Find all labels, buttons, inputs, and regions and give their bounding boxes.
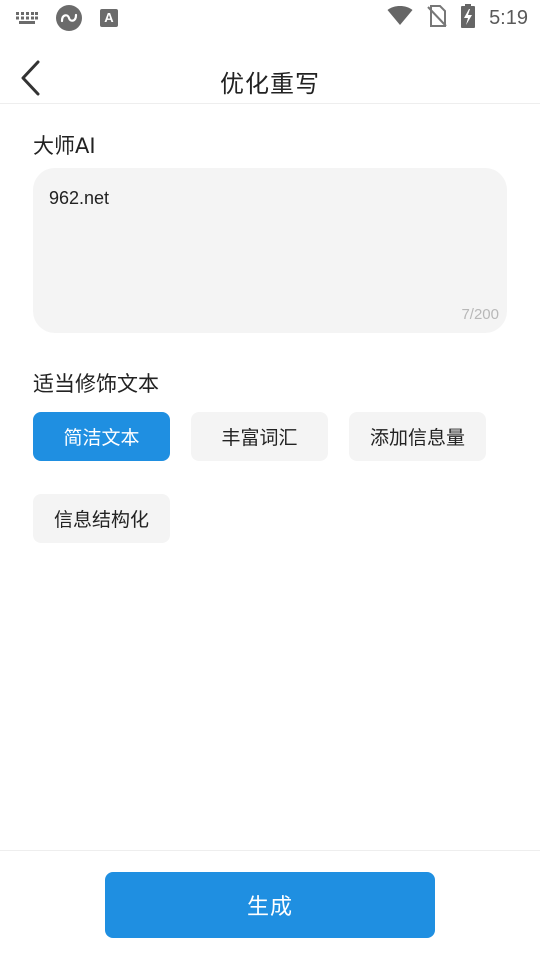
app-circle-icon <box>56 5 82 31</box>
battery-charging-icon <box>461 4 476 32</box>
input-section-label: 大师AI <box>33 134 96 158</box>
status-left: A <box>16 5 118 31</box>
nav-bar: 优化重写 <box>0 52 540 104</box>
generate-button[interactable]: 生成 <box>105 872 435 938</box>
page-title: 优化重写 <box>220 70 320 98</box>
status-right: 5:19 <box>387 4 528 32</box>
font-a-icon: A <box>100 9 118 27</box>
wifi-icon <box>387 6 413 30</box>
status-time: 5:19 <box>489 6 528 29</box>
char-counter: 7/200 <box>461 306 499 323</box>
text-input-value: 962.net <box>49 188 110 208</box>
style-section-label: 适当修饰文本 <box>33 372 159 396</box>
option-chip-structured[interactable]: 信息结构化 <box>33 494 170 543</box>
bottom-divider <box>0 850 540 851</box>
keyboard-icon <box>16 9 38 28</box>
screen: A 5:19 优化重写 大师AI 962.net 7/200 适当修饰文本 简洁… <box>0 0 540 960</box>
text-input-area[interactable]: 962.net 7/200 <box>33 168 507 333</box>
no-sim-icon <box>427 5 447 31</box>
option-chip-concise[interactable]: 简洁文本 <box>33 412 170 461</box>
option-chip-add-information[interactable]: 添加信息量 <box>349 412 486 461</box>
status-bar: A 5:19 <box>0 0 540 36</box>
option-chip-rich-vocabulary[interactable]: 丰富词汇 <box>191 412 328 461</box>
